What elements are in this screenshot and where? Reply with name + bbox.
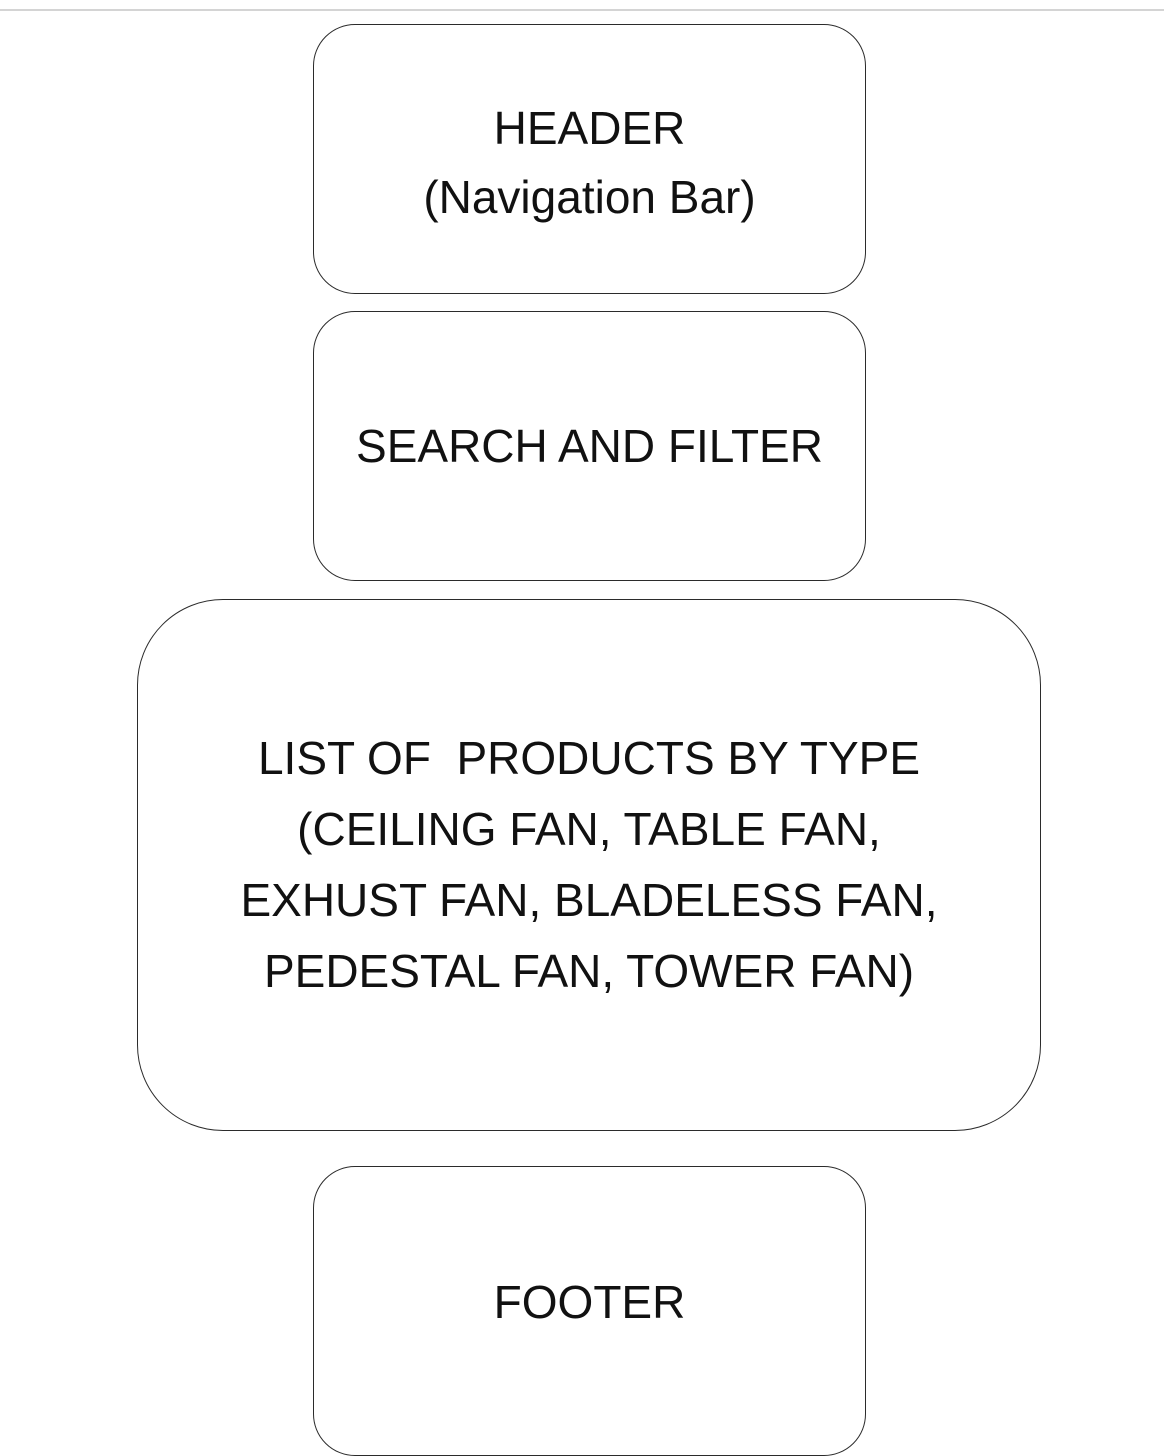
product-list-line-2: (CEILING FAN, TABLE FAN,: [297, 803, 881, 855]
header-block-title: HEADER: [493, 102, 686, 154]
search-filter-block-title: SEARCH AND FILTER: [356, 419, 823, 472]
header-block: HEADER (Navigation Bar): [313, 24, 866, 294]
product-list-line-3: EXHUST FAN, BLADELESS FAN,: [240, 874, 938, 926]
product-list-block: LIST OF PRODUCTS BY TYPE (CEILING FAN, T…: [137, 599, 1041, 1131]
footer-block-title: FOOTER: [493, 1276, 686, 1328]
product-list-line-1: LIST OF PRODUCTS BY TYPE: [257, 732, 921, 784]
top-divider-line: [0, 9, 1164, 11]
product-list-line-4: PEDESTAL FAN, TOWER FAN): [263, 945, 915, 997]
search-filter-block: SEARCH AND FILTER: [313, 311, 866, 581]
footer-block: FOOTER: [313, 1166, 866, 1456]
header-block-subtitle: (Navigation Bar): [423, 171, 756, 223]
